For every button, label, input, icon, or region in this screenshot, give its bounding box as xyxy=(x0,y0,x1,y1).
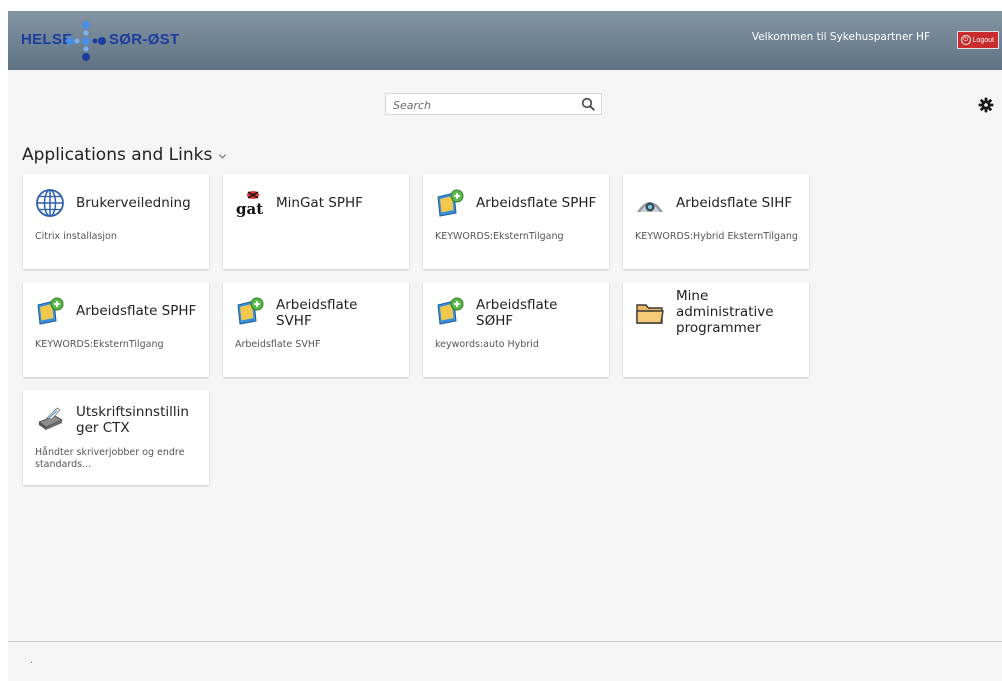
svg-text:gat: gat xyxy=(236,200,263,218)
app-card-brukerveiledning[interactable]: Brukerveiledning Citrix installasjon xyxy=(23,174,209,269)
desktop-app-icon xyxy=(437,189,464,217)
app-card-mingat-sphf[interactable]: gat MinGat SPHF xyxy=(223,174,409,269)
app-card-title: MinGat SPHF xyxy=(276,195,363,211)
app-card-arbeidsflate-svhf[interactable]: Arbeidsflate SVHF Arbeidsflate SVHF xyxy=(223,282,409,377)
search-icon[interactable] xyxy=(581,97,595,111)
applications-section-header[interactable]: Applications and Links xyxy=(22,145,227,165)
app-card-title: Arbeidsflate SIHF xyxy=(676,195,793,211)
logout-label: Logout xyxy=(972,36,994,44)
section-title: Applications and Links xyxy=(22,145,213,165)
app-card-description: KEYWORDS:Hybrid EksternTilgang xyxy=(635,231,798,242)
header-bar: HELSE SØR-ØST Velkommen til Sykehuspartn… xyxy=(8,11,1002,70)
logo-text-right: SØR-ØST xyxy=(109,31,180,48)
desktop-app-icon xyxy=(237,297,264,325)
footer-divider xyxy=(8,641,1002,642)
app-card-arbeidsflate-sohf[interactable]: Arbeidsflate SØHF keywords:auto Hybrid xyxy=(423,282,609,377)
app-card-utskriftsinnstillinger-ctx[interactable]: Utskriftsinnstillinger CTX Håndter skriv… xyxy=(23,390,209,485)
logout-button[interactable]: ⏻ Logout xyxy=(956,31,999,49)
gat-logo-icon: gat xyxy=(236,191,263,218)
search-box xyxy=(385,93,602,116)
logo-dots-icon xyxy=(66,21,106,61)
app-card-title: Arbeidsflate SPHF xyxy=(76,303,197,319)
app-card-title: Mine administrative programmer xyxy=(676,288,774,336)
app-card-title: Arbeidsflate SVHF xyxy=(276,297,358,329)
app-card-mine-administrative-programmer[interactable]: Mine administrative programmer xyxy=(623,282,809,377)
power-icon: ⏻ xyxy=(960,35,971,45)
desktop-app-icon xyxy=(437,297,464,325)
footer-text: . xyxy=(30,656,33,666)
app-card-description: Håndter skriverjobber og endre standards… xyxy=(35,447,185,470)
app-card-title: Arbeidsflate SPHF xyxy=(476,195,597,211)
helse-sor-ost-logo[interactable]: HELSE SØR-ØST xyxy=(21,21,221,61)
globe-icon xyxy=(36,189,64,217)
app-card-description: KEYWORDS:EksternTilgang xyxy=(35,339,164,350)
chevron-down-icon xyxy=(219,154,227,159)
logo-text-left: HELSE xyxy=(21,31,73,48)
folder-icon xyxy=(636,304,664,324)
desktop-app-icon xyxy=(37,297,64,325)
app-card-description: keywords:auto Hybrid xyxy=(435,339,539,350)
printer-icon xyxy=(38,407,63,430)
app-card-description: Arbeidsflate SVHF xyxy=(235,339,321,350)
search-input[interactable] xyxy=(386,95,573,116)
gear-icon[interactable] xyxy=(978,97,994,113)
page: HELSE SØR-ØST Velkommen til Sykehuspartn… xyxy=(8,11,1002,681)
app-card-arbeidsflate-sihf[interactable]: Arbeidsflate SIHF KEYWORDS:Hybrid Ekster… xyxy=(623,174,809,269)
app-card-title: Arbeidsflate SØHF xyxy=(476,297,558,329)
app-card-description: Citrix installasjon xyxy=(35,231,117,242)
eye-app-icon xyxy=(637,202,663,212)
welcome-message: Velkommen til Sykehuspartner HF xyxy=(751,31,930,43)
app-card-arbeidsflate-sphf[interactable]: Arbeidsflate SPHF KEYWORDS:EksternTilgan… xyxy=(423,174,609,269)
app-card-description: KEYWORDS:EksternTilgang xyxy=(435,231,564,242)
app-card-title: Utskriftsinnstillinger CTX xyxy=(76,404,189,436)
app-card-title: Brukerveiledning xyxy=(76,195,191,211)
app-card-arbeidsflate-sphf-2[interactable]: Arbeidsflate SPHF KEYWORDS:EksternTilgan… xyxy=(23,282,209,377)
